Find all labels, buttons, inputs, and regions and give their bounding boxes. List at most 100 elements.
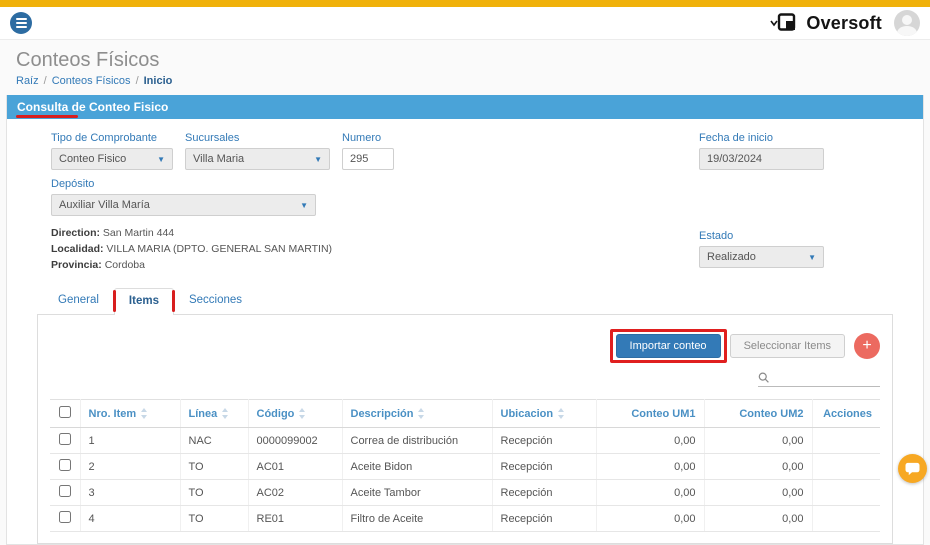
cell-linea: NAC bbox=[180, 427, 249, 455]
cell-descripcion: Aceite Tambor bbox=[342, 479, 493, 507]
breadcrumb-inicio[interactable]: Inicio bbox=[144, 75, 173, 87]
search-icon bbox=[758, 372, 769, 383]
annotation-underline bbox=[16, 115, 78, 118]
cell-linea: TO bbox=[180, 505, 249, 533]
chevron-down-icon: ▼ bbox=[300, 200, 308, 210]
cell-conteo-um1: 0,00 bbox=[596, 453, 705, 481]
deposito-label: Depósito bbox=[51, 178, 95, 190]
tipo-comprobante-select[interactable]: Conteo Fisico ▼ bbox=[51, 148, 173, 170]
cell-conteo-um2: 0,00 bbox=[704, 479, 813, 507]
col-descripcion[interactable]: Descripción bbox=[342, 399, 493, 429]
row-checkbox[interactable] bbox=[58, 433, 71, 446]
chat-bubble-icon bbox=[905, 462, 920, 475]
tab-secciones[interactable]: Secciones bbox=[174, 287, 257, 314]
cell-linea: TO bbox=[180, 453, 249, 481]
col-nro-item[interactable]: Nro. Item bbox=[80, 399, 181, 429]
cell-ubicacion: Recepción bbox=[492, 479, 597, 507]
deposito-select[interactable]: Auxiliar Villa María ▼ bbox=[51, 194, 316, 216]
filters-row: Tipo de Comprobante Conteo Fisico ▼ Sucu… bbox=[51, 132, 887, 170]
address-info-row: Direction: San Martin 444 Localidad: VIL… bbox=[51, 226, 887, 273]
numero-label: Numero bbox=[342, 132, 382, 144]
col-conteo-um2[interactable]: Conteo UM2 bbox=[704, 399, 813, 429]
sort-icon[interactable] bbox=[418, 408, 425, 420]
search-field[interactable] bbox=[758, 371, 880, 388]
panel-header: Consulta de Conteo Fisico bbox=[7, 95, 923, 119]
cell-nro-item: 2 bbox=[80, 453, 181, 481]
cell-acciones bbox=[812, 453, 880, 481]
estado-value: Realizado bbox=[707, 251, 756, 263]
table-row: 3 TO AC02 Aceite Tambor Recepción 0,00 0… bbox=[50, 479, 880, 507]
provincia-label: Provincia: bbox=[51, 258, 102, 271]
provincia-value: Cordoba bbox=[101, 258, 145, 271]
seleccionar-items-button[interactable]: Seleccionar Items bbox=[729, 334, 845, 359]
actions-toolbar: Importar conteo Seleccionar Items + bbox=[50, 329, 880, 364]
tipo-comprobante-label: Tipo de Comprobante bbox=[51, 132, 157, 144]
estado-select[interactable]: Realizado ▼ bbox=[699, 246, 824, 268]
localidad-value: VILLA MARIA (DPTO. GENERAL SAN MARTIN) bbox=[103, 242, 333, 255]
fecha-inicio-input[interactable] bbox=[699, 148, 824, 170]
cell-conteo-um1: 0,00 bbox=[596, 505, 705, 533]
col-linea[interactable]: Línea bbox=[180, 399, 249, 429]
add-item-button[interactable]: + bbox=[854, 333, 880, 360]
consulta-panel: Consulta de Conteo Fisico Tipo de Compro… bbox=[6, 95, 924, 545]
table-row: 1 NAC 0000099002 Correa de distribución … bbox=[50, 427, 880, 455]
cell-conteo-um2: 0,00 bbox=[704, 505, 813, 533]
cell-nro-item: 3 bbox=[80, 479, 181, 507]
breadcrumb-conteos[interactable]: Conteos Físicos bbox=[52, 75, 131, 87]
cell-conteo-um1: 0,00 bbox=[596, 427, 705, 455]
cell-ubicacion: Recepción bbox=[492, 453, 597, 481]
app-root: { "colors": { "topbar_yellow": "#f0b10a"… bbox=[0, 0, 930, 545]
cell-conteo-um1: 0,00 bbox=[596, 479, 705, 507]
breadcrumb-raiz[interactable]: Raíz bbox=[16, 75, 39, 87]
cell-nro-item: 4 bbox=[80, 505, 181, 533]
tab-items-label: Items bbox=[128, 295, 159, 308]
cell-acciones bbox=[812, 505, 880, 533]
items-table: Nro. Item Línea Código Descripción Ubica… bbox=[50, 399, 880, 533]
cell-conteo-um2: 0,00 bbox=[704, 427, 813, 455]
tab-general[interactable]: General bbox=[43, 287, 114, 314]
sort-icon[interactable] bbox=[558, 408, 565, 420]
cell-ubicacion: Recepción bbox=[492, 505, 597, 533]
chevron-down-icon: ▼ bbox=[314, 154, 322, 164]
tab-bar: General Items Secciones bbox=[43, 287, 887, 316]
panel-header-title: Consulta de Conteo Fisico bbox=[17, 100, 169, 114]
row-checkbox[interactable] bbox=[58, 485, 71, 498]
col-codigo[interactable]: Código bbox=[248, 399, 343, 429]
row-checkbox[interactable] bbox=[58, 459, 71, 472]
table-row: 2 TO AC01 Aceite Bidon Recepción 0,00 0,… bbox=[50, 453, 880, 481]
cell-descripcion: Aceite Bidon bbox=[342, 453, 493, 481]
cell-descripcion: Filtro de Aceite bbox=[342, 505, 493, 533]
row-checkbox[interactable] bbox=[58, 511, 71, 524]
cell-acciones bbox=[812, 427, 880, 455]
hamburger-menu-button[interactable] bbox=[10, 12, 32, 34]
search-input[interactable] bbox=[774, 371, 880, 384]
page-title: Conteos Físicos bbox=[16, 49, 160, 71]
oversoft-logo-icon bbox=[770, 13, 796, 31]
deposito-group: Depósito Auxiliar Villa María ▼ bbox=[51, 178, 316, 216]
cell-codigo: RE01 bbox=[248, 505, 343, 533]
numero-input[interactable] bbox=[342, 148, 394, 170]
col-acciones: Acciones bbox=[812, 399, 880, 429]
cell-linea: TO bbox=[180, 479, 249, 507]
col-ubicacion[interactable]: Ubicacion bbox=[492, 399, 597, 429]
user-avatar[interactable] bbox=[894, 10, 920, 36]
sucursales-select[interactable]: Villa Maria ▼ bbox=[185, 148, 330, 170]
breadcrumb: Raíz / Conteos Físicos / Inicio bbox=[16, 75, 930, 87]
sort-icon[interactable] bbox=[299, 408, 306, 420]
tab-items[interactable]: Items bbox=[112, 288, 175, 316]
sort-icon[interactable] bbox=[222, 408, 229, 420]
sort-icon[interactable] bbox=[141, 408, 148, 420]
col-conteo-um1[interactable]: Conteo UM1 bbox=[596, 399, 705, 429]
select-all-checkbox[interactable] bbox=[58, 406, 71, 419]
annotation-box: Importar conteo bbox=[609, 329, 727, 364]
cell-nro-item: 1 bbox=[80, 427, 181, 455]
chevron-down-icon: ▼ bbox=[808, 252, 816, 262]
chat-fab-button[interactable] bbox=[898, 454, 927, 483]
cell-acciones bbox=[812, 479, 880, 507]
cell-codigo: 0000099002 bbox=[248, 427, 343, 455]
search-row bbox=[50, 371, 880, 388]
estado-label: Estado bbox=[699, 230, 734, 242]
cell-ubicacion: Recepción bbox=[492, 427, 597, 455]
top-accent-bar bbox=[0, 0, 930, 7]
importar-conteo-button[interactable]: Importar conteo bbox=[615, 334, 721, 359]
